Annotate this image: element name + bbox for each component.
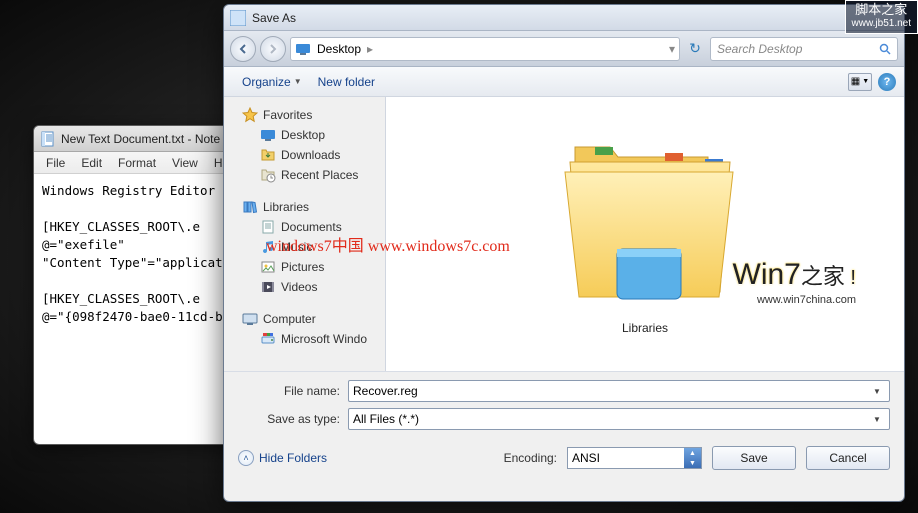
new-folder-button[interactable]: New folder xyxy=(310,72,383,92)
drive-icon xyxy=(260,331,276,347)
spinner-icon[interactable]: ▲▼ xyxy=(684,448,701,468)
chevron-down-icon[interactable]: ▾ xyxy=(669,42,675,56)
forward-button[interactable] xyxy=(260,36,286,62)
encoding-select[interactable]: ANSI ▲▼ xyxy=(567,447,702,469)
encoding-label: Encoding: xyxy=(504,451,557,465)
toolbar: Organize▼ New folder ▦ ▼ ? xyxy=(224,67,904,97)
chevron-down-icon[interactable]: ▼ xyxy=(869,415,885,424)
refresh-button[interactable]: ↻ xyxy=(684,38,706,60)
menu-view[interactable]: View xyxy=(164,156,206,170)
address-bar-row: Desktop ▸ ▾ ↻ Search Desktop xyxy=(224,31,904,67)
pictures-icon xyxy=(260,259,276,275)
item-label: Libraries xyxy=(622,321,668,335)
search-input[interactable]: Search Desktop xyxy=(710,37,898,61)
hide-folders-button[interactable]: ˄ Hide Folders xyxy=(238,450,327,466)
sidebar-item-desktop[interactable]: Desktop xyxy=(224,125,385,145)
cancel-button[interactable]: Cancel xyxy=(806,446,890,470)
help-button[interactable]: ? xyxy=(878,73,896,91)
watermark-corner: 脚本之家 www.jb51.net xyxy=(845,0,918,34)
save-type-label: Save as type: xyxy=(238,412,348,426)
libraries-icon xyxy=(242,199,258,215)
libraries-group[interactable]: Libraries xyxy=(224,197,385,217)
save-as-title: Save As xyxy=(252,11,296,25)
downloads-icon xyxy=(260,147,276,163)
save-button[interactable]: Save xyxy=(712,446,796,470)
menu-format[interactable]: Format xyxy=(110,156,164,170)
search-icon xyxy=(879,43,891,55)
sidebar-item-downloads[interactable]: Downloads xyxy=(224,145,385,165)
file-name-label: File name: xyxy=(238,384,348,398)
sidebar-item-drive[interactable]: Microsoft Windo xyxy=(224,329,385,349)
breadcrumb[interactable]: Desktop ▸ ▾ xyxy=(290,37,680,61)
organize-button[interactable]: Organize▼ xyxy=(234,72,310,92)
dialog-icon xyxy=(230,10,246,26)
sidebar-item-recent[interactable]: Recent Places xyxy=(224,165,385,185)
dialog-footer: ˄ Hide Folders Encoding: ANSI ▲▼ Save Ca… xyxy=(224,436,904,482)
file-name-input[interactable]: Recover.reg ▼ xyxy=(348,380,890,402)
menu-edit[interactable]: Edit xyxy=(73,156,110,170)
libraries-item-icon[interactable] xyxy=(525,117,765,317)
back-button[interactable] xyxy=(230,36,256,62)
watermark-win7-badge: Win7之家 ! www.win7china.com xyxy=(733,258,857,306)
breadcrumb-location: Desktop xyxy=(317,42,361,56)
notepad-app-icon xyxy=(40,131,56,147)
search-placeholder: Search Desktop xyxy=(717,42,802,56)
star-icon xyxy=(242,107,258,123)
chevron-up-icon: ˄ xyxy=(238,450,254,466)
videos-icon xyxy=(260,279,276,295)
chevron-right-icon: ▸ xyxy=(367,42,373,56)
computer-icon xyxy=(242,311,258,327)
sidebar-item-videos[interactable]: Videos xyxy=(224,277,385,297)
chevron-down-icon: ▼ xyxy=(294,77,302,86)
save-form: File name: Recover.reg ▼ Save as type: A… xyxy=(224,371,904,430)
view-options-button[interactable]: ▦ ▼ xyxy=(848,73,872,91)
menu-file[interactable]: File xyxy=(38,156,73,170)
recent-icon xyxy=(260,167,276,183)
chevron-down-icon[interactable]: ▼ xyxy=(869,387,885,396)
save-type-select[interactable]: All Files (*.*) ▼ xyxy=(348,408,890,430)
desktop-icon xyxy=(295,41,311,57)
sidebar-item-pictures[interactable]: Pictures xyxy=(224,257,385,277)
computer-group[interactable]: Computer xyxy=(224,309,385,329)
save-as-titlebar[interactable]: Save As xyxy=(224,5,904,31)
notepad-title: New Text Document.txt - Note xyxy=(61,132,220,146)
desktop-icon xyxy=(260,127,276,143)
favorites-group[interactable]: Favorites xyxy=(224,105,385,125)
watermark-red-text: windows7中国 www.windows7c.com xyxy=(266,232,510,256)
